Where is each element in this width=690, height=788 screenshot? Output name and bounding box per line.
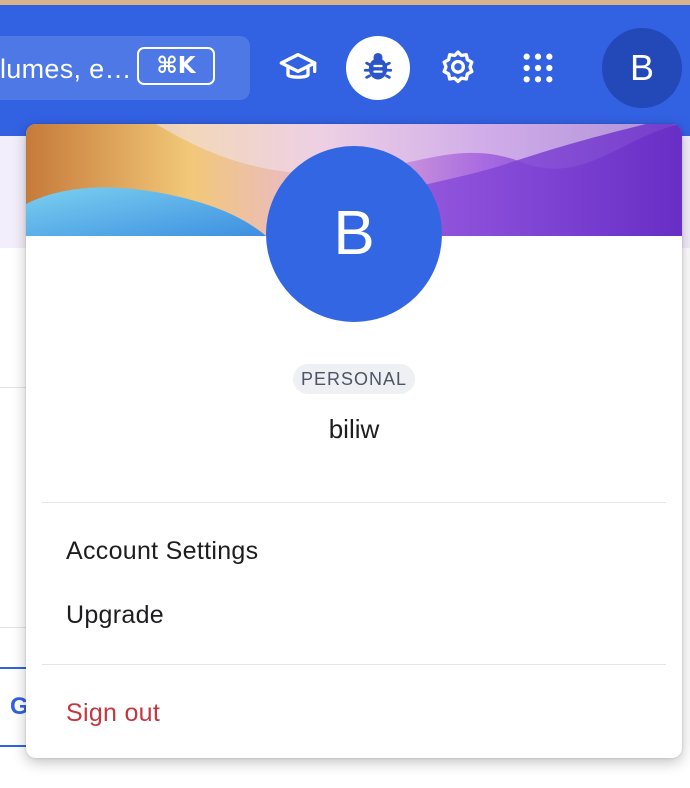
search-box[interactable]: lumes, e… ⌘K (0, 36, 250, 100)
bug-report-button[interactable] (346, 36, 410, 100)
window-top-strip (0, 0, 690, 5)
menu-divider (42, 502, 666, 503)
graduation-cap-icon[interactable] (276, 46, 320, 90)
search-placeholder: lumes, e… (0, 54, 132, 84)
user-avatar-button[interactable]: B (602, 28, 682, 108)
gear-icon[interactable] (436, 46, 480, 90)
account-settings-menu-item[interactable]: Account Settings (66, 537, 258, 566)
top-bar: lumes, e… ⌘K B (0, 0, 690, 136)
menu-divider (42, 664, 666, 665)
profile-avatar: B (266, 146, 442, 322)
plan-badge: PERSONAL (293, 364, 415, 394)
bug-icon (361, 49, 395, 88)
account-menu: B PERSONAL biliw Account Settings Upgrad… (26, 124, 682, 758)
upgrade-menu-item[interactable]: Upgrade (66, 601, 164, 630)
apps-grid-icon[interactable] (516, 46, 560, 90)
sign-out-menu-item[interactable]: Sign out (66, 699, 160, 728)
search-shortcut-badge: ⌘K (137, 47, 215, 85)
username: biliw (328, 414, 380, 444)
